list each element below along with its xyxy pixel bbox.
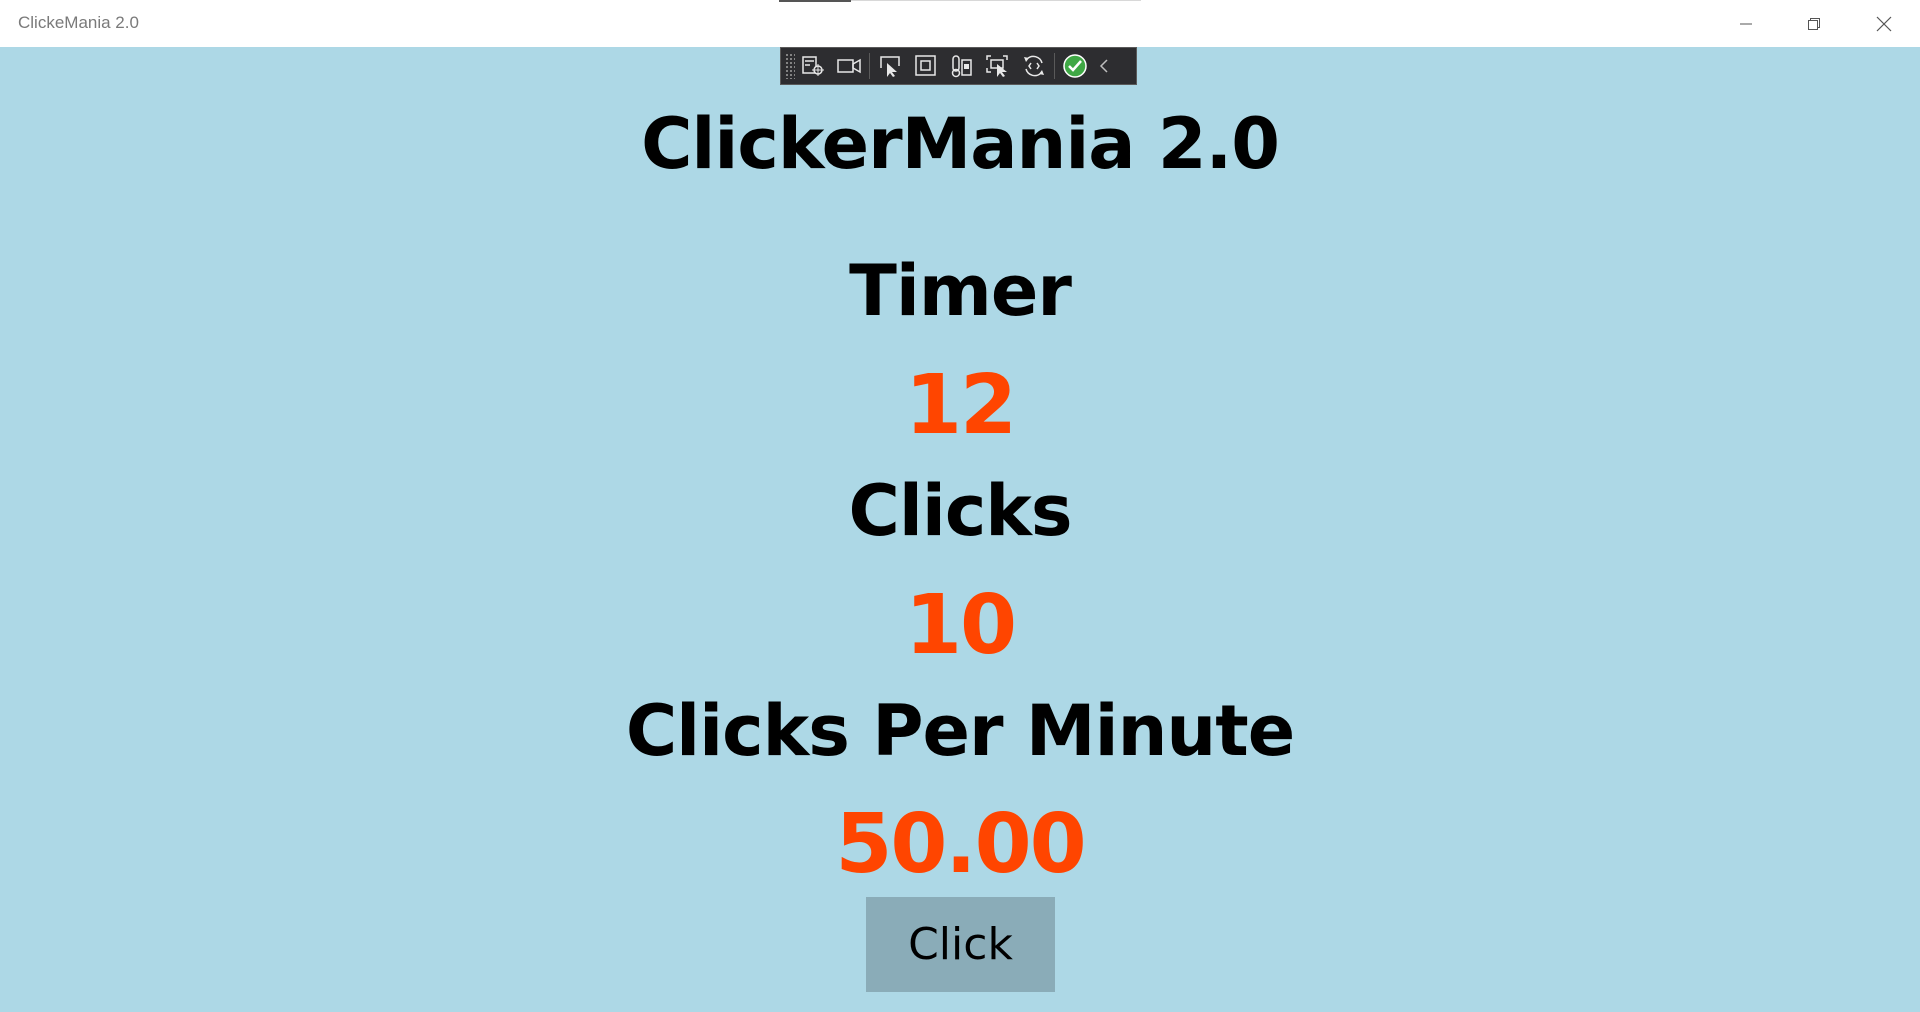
clicks-per-minute-label: Clicks Per Minute [625,690,1295,772]
restore-button[interactable] [1780,0,1848,47]
click-button[interactable]: Click [866,897,1055,992]
hot-reload-icon [1024,55,1044,77]
collapse-toolbar-icon [1099,59,1108,73]
select-element-icon [880,56,900,77]
minimize-button[interactable] [1712,0,1780,47]
restore-icon [1808,17,1820,30]
select-element-button[interactable] [872,50,908,82]
timer-value: 12 [904,358,1017,453]
toolbar-separator [1054,53,1055,79]
toolbar-grip[interactable] [785,53,795,79]
display-layout-adorners-button[interactable] [908,50,944,82]
record-video-button[interactable] [831,50,867,82]
clicks-per-minute-value: 50.00 [835,797,1086,892]
title-bar-divider [851,0,1141,1]
live-visual-tree-icon [802,56,824,76]
preview-selection-button[interactable] [980,50,1016,82]
accessibility-check-icon [1063,54,1087,78]
record-video-icon [837,58,861,74]
app-title: ClickerMania 2.0 [641,103,1280,185]
window-title: ClickeMania 2.0 [18,13,139,32]
accessibility-check-button[interactable] [1057,50,1093,82]
minimize-icon [1740,23,1752,24]
timer-label: Timer [849,250,1072,332]
clicks-value: 10 [904,578,1017,673]
track-focus-icon [951,55,972,78]
collapse-toolbar-button[interactable] [1093,50,1115,82]
title-bar-accent [779,0,851,2]
close-button[interactable] [1850,0,1918,47]
toolbar-separator [869,53,870,79]
track-focus-button[interactable] [944,50,980,82]
live-visual-tree-button[interactable] [795,50,831,82]
preview-selection-icon [986,55,1008,77]
display-layout-adorners-icon [915,55,936,76]
xaml-debug-toolbar [780,47,1137,85]
title-bar[interactable]: ClickeMania 2.0 [0,0,1920,47]
app-window: ClickeMania 2.0 ClickerMania 2.0 Timer 1… [0,0,1920,1012]
close-icon [1876,16,1892,31]
clicks-label: Clicks [848,470,1072,552]
hot-reload-button[interactable] [1016,50,1052,82]
